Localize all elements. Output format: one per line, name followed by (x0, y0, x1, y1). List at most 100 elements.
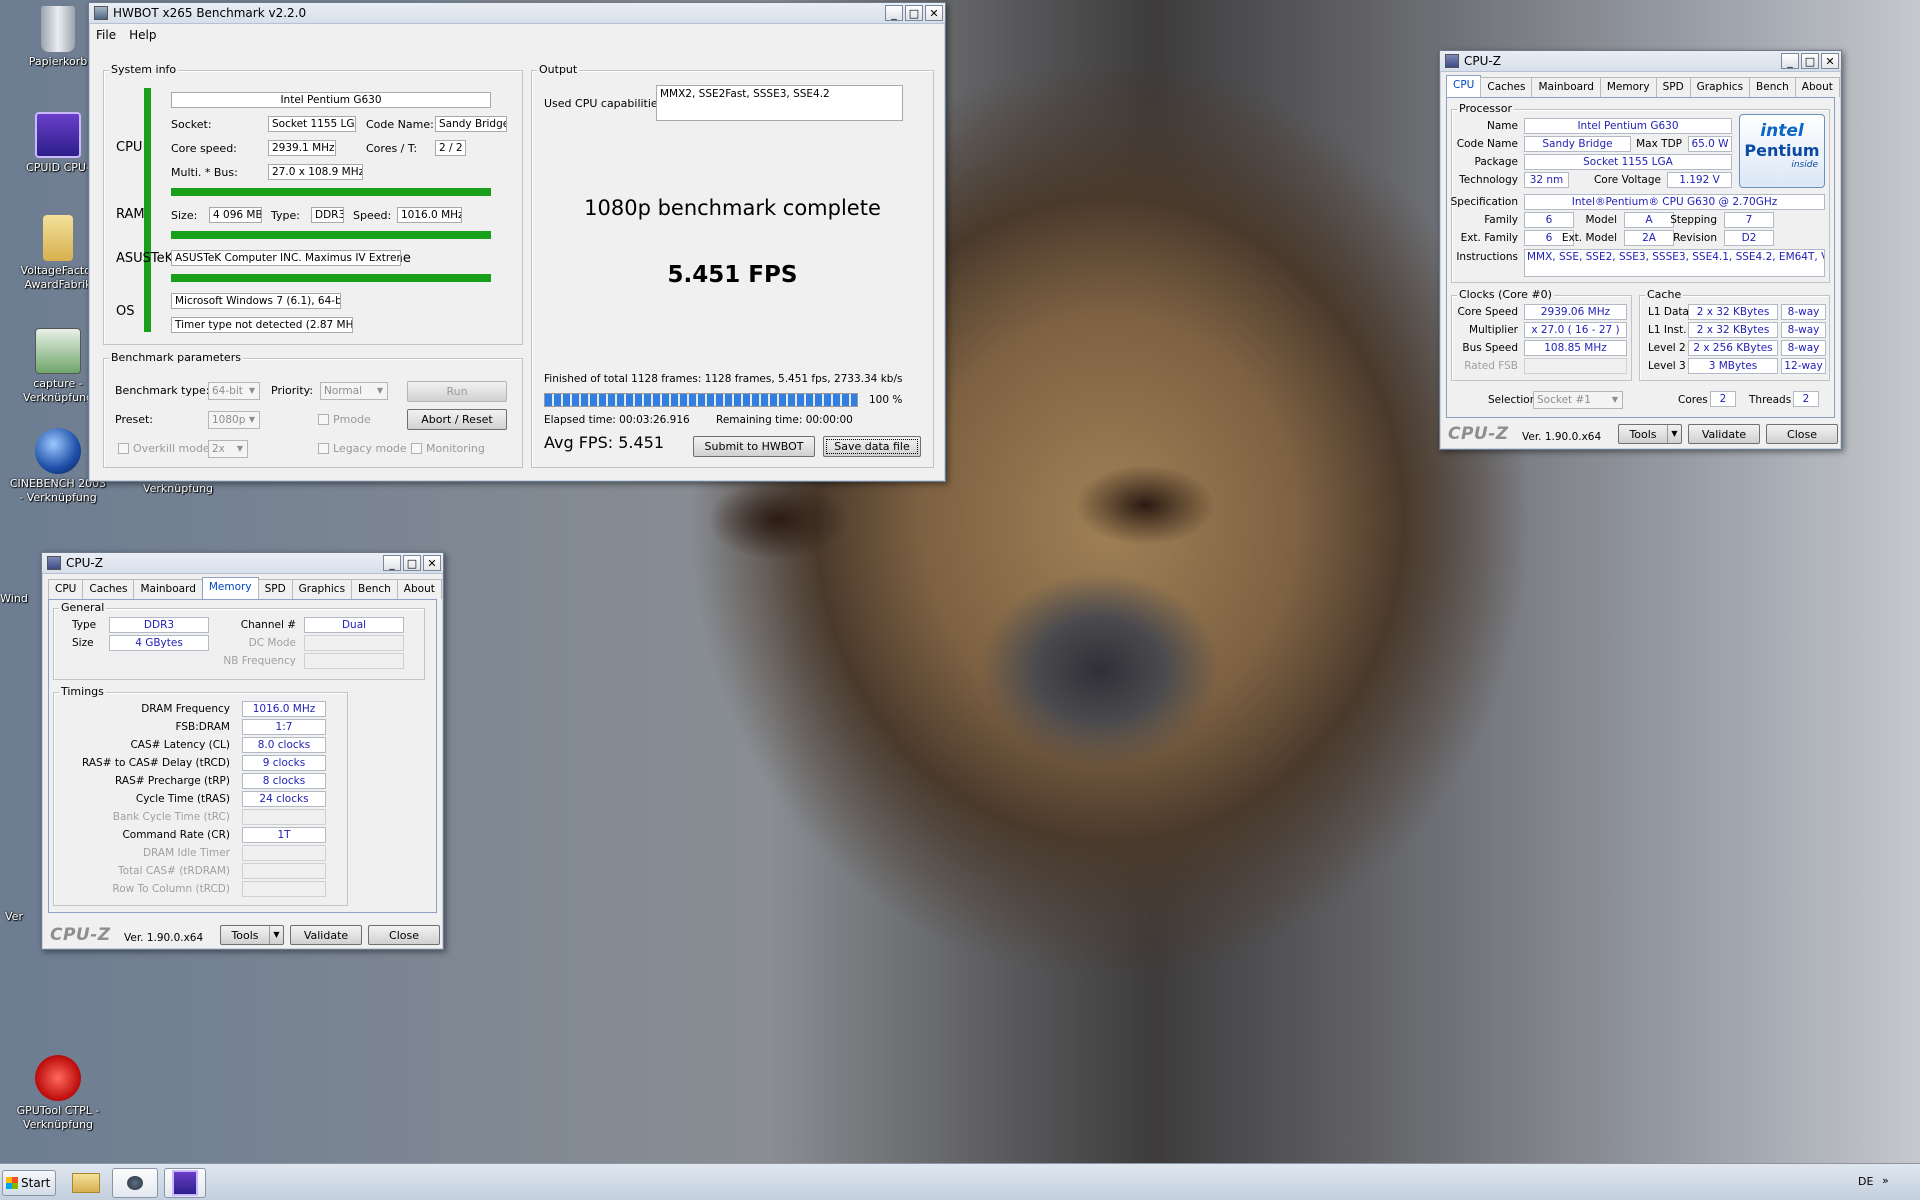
mem-size-label: Size (72, 637, 94, 649)
tab-cpu[interactable]: CPU (48, 579, 84, 599)
maximize-icon[interactable]: □ (905, 5, 923, 21)
cpu-caps-field: MMX2, SSE2Fast, SSSE3, SSE4.2 (656, 85, 903, 121)
fps-result: 5.451 FPS (667, 262, 798, 288)
taskbar-hwbot-button[interactable] (112, 1168, 158, 1198)
technology-value: 32 nm (1524, 172, 1569, 188)
codename-value: Sandy Bridge (1524, 136, 1631, 152)
run-button[interactable]: Run (407, 381, 507, 402)
multi-field: 27.0 x 108.9 MHz (268, 164, 363, 180)
tab-caches[interactable]: Caches (82, 579, 135, 599)
tab-bench[interactable]: Bench (1749, 77, 1796, 97)
maximize-icon[interactable]: □ (403, 555, 421, 571)
submit-hwbot-button[interactable]: Submit to HWBOT (693, 436, 815, 457)
overkill-checkbox[interactable]: Overkill mode (118, 442, 210, 455)
overkill-select[interactable]: 2x ▼ (208, 440, 248, 458)
cpuz-version: Ver. 1.90.0.x64 (1522, 431, 1602, 443)
desktop-icon-gputool[interactable]: GPUTool CTPL - Verknüpfung (8, 1055, 108, 1132)
taskbar-cpuz-button[interactable] (164, 1168, 206, 1198)
model-label: Model (1585, 214, 1617, 226)
tab-mainboard[interactable]: Mainboard (1531, 77, 1601, 97)
show-hidden-icons[interactable]: » (1882, 1174, 1889, 1187)
tab-memory[interactable]: Memory (1599, 77, 1657, 97)
close-button[interactable]: Close (1766, 424, 1838, 444)
output-group: Output Used CPU capabilities: MMX2, SSE2… (531, 63, 934, 468)
tab-about[interactable]: About (396, 579, 442, 599)
close-icon[interactable]: ✕ (925, 5, 943, 21)
general-group: General Type DDR3 Size 4 GBytes Channel … (53, 601, 425, 680)
name-label: Name (1487, 120, 1518, 132)
tab-spd[interactable]: SPD (1655, 77, 1691, 97)
cpuz-app-icon (47, 556, 61, 570)
hwbot-app-icon (127, 1176, 143, 1190)
close-icon[interactable]: ✕ (1821, 53, 1839, 69)
cpuid-icon (35, 112, 81, 158)
desktop-icon-label: CPUID CPU- (26, 161, 90, 174)
language-indicator[interactable]: DE (1858, 1175, 1873, 1188)
package-label: Package (1474, 156, 1518, 168)
monitoring-checkbox[interactable]: Monitoring (411, 442, 485, 455)
tools-button[interactable]: Tools ▼ (1618, 424, 1682, 444)
technology-label: Technology (1459, 174, 1518, 186)
minimize-icon[interactable]: _ (1781, 53, 1799, 69)
intel-logo-text: intel (1760, 121, 1804, 141)
timing-value: 1:7 (242, 719, 326, 735)
os-field: Microsoft Windows 7 (6.1), 64-bit (171, 293, 341, 309)
group-label: Clocks (Core #0) (1457, 288, 1554, 302)
tab-bench[interactable]: Bench (351, 579, 398, 599)
tab-about[interactable]: About (1794, 77, 1840, 97)
preset-select[interactable]: 1080p ▼ (208, 411, 260, 429)
validate-button[interactable]: Validate (1688, 424, 1760, 444)
minimize-icon[interactable]: _ (383, 555, 401, 571)
close-button[interactable]: Close (368, 925, 440, 945)
timing-label: Row To Column (tRCD) (112, 883, 230, 895)
os-label: OS (116, 304, 135, 319)
validate-button[interactable]: Validate (290, 925, 362, 945)
cpuz-tabs: CPU Caches Mainboard Memory SPD Graphics… (48, 577, 442, 599)
revision-value: D2 (1724, 230, 1774, 246)
hwbot-titlebar[interactable]: HWBOT x265 Benchmark v2.2.0 _ □ ✕ (89, 3, 945, 24)
tools-button[interactable]: Tools ▼ (220, 925, 284, 945)
checkbox-label: Monitoring (426, 442, 485, 455)
taskbar-explorer-icon[interactable] (66, 1168, 106, 1198)
bench-type-select[interactable]: 64-bit ▼ (208, 382, 260, 400)
group-label: System info (109, 63, 179, 77)
pmode-checkbox[interactable]: Pmode (318, 413, 371, 426)
nb-frequency-label: NB Frequency (223, 655, 296, 667)
menu-bar: File Help (89, 24, 945, 46)
specification-label: Specification (1450, 196, 1518, 208)
elapsed-time: Elapsed time: 00:03:26.916 (544, 414, 690, 426)
minimize-icon[interactable]: _ (885, 5, 903, 21)
max-tdp-value: 65.0 W (1688, 136, 1732, 152)
save-data-file-button[interactable]: Save data file (823, 436, 921, 457)
menu-file[interactable]: File (96, 28, 116, 42)
capture-icon (35, 328, 81, 374)
cores-value: 2 (1710, 391, 1736, 407)
priority-select[interactable]: Normal ▼ (320, 382, 388, 400)
tab-caches[interactable]: Caches (1480, 77, 1533, 97)
start-button[interactable]: Start (2, 1170, 56, 1196)
abort-reset-button[interactable]: Abort / Reset (407, 409, 507, 430)
timing-label: Command Rate (CR) (122, 829, 230, 841)
priority-label: Priority: (271, 384, 314, 397)
cpuz-titlebar[interactable]: CPU-Z _ □ ✕ (42, 553, 443, 574)
tab-spd[interactable]: SPD (257, 579, 293, 599)
stepping-value: 7 (1724, 212, 1774, 228)
menu-help[interactable]: Help (129, 28, 156, 42)
maximize-icon[interactable]: □ (1801, 53, 1819, 69)
cpu-name-field: Intel Pentium G630 (171, 92, 491, 108)
tab-memory[interactable]: Memory (201, 577, 259, 599)
socket-select[interactable]: Socket #1 ▼ (1533, 391, 1623, 409)
legacy-mode-checkbox[interactable]: Legacy mode (318, 442, 407, 455)
select-value: 64-bit (212, 385, 243, 397)
tab-mainboard[interactable]: Mainboard (133, 579, 203, 599)
cpuz-logo: CPU-Z (1448, 424, 1509, 444)
instructions-value: MMX, SSE, SSE2, SSE3, SSSE3, SSE4.1, SSE… (1524, 249, 1825, 277)
timing-value (242, 809, 326, 825)
core-voltage-value: 1.192 V (1667, 172, 1732, 188)
close-icon[interactable]: ✕ (423, 555, 441, 571)
tab-cpu[interactable]: CPU (1446, 75, 1482, 97)
tab-graphics[interactable]: Graphics (1689, 77, 1751, 97)
cpuz-titlebar[interactable]: CPU-Z _ □ ✕ (1440, 51, 1841, 72)
select-value: 1080p (212, 414, 246, 426)
tab-graphics[interactable]: Graphics (291, 579, 353, 599)
